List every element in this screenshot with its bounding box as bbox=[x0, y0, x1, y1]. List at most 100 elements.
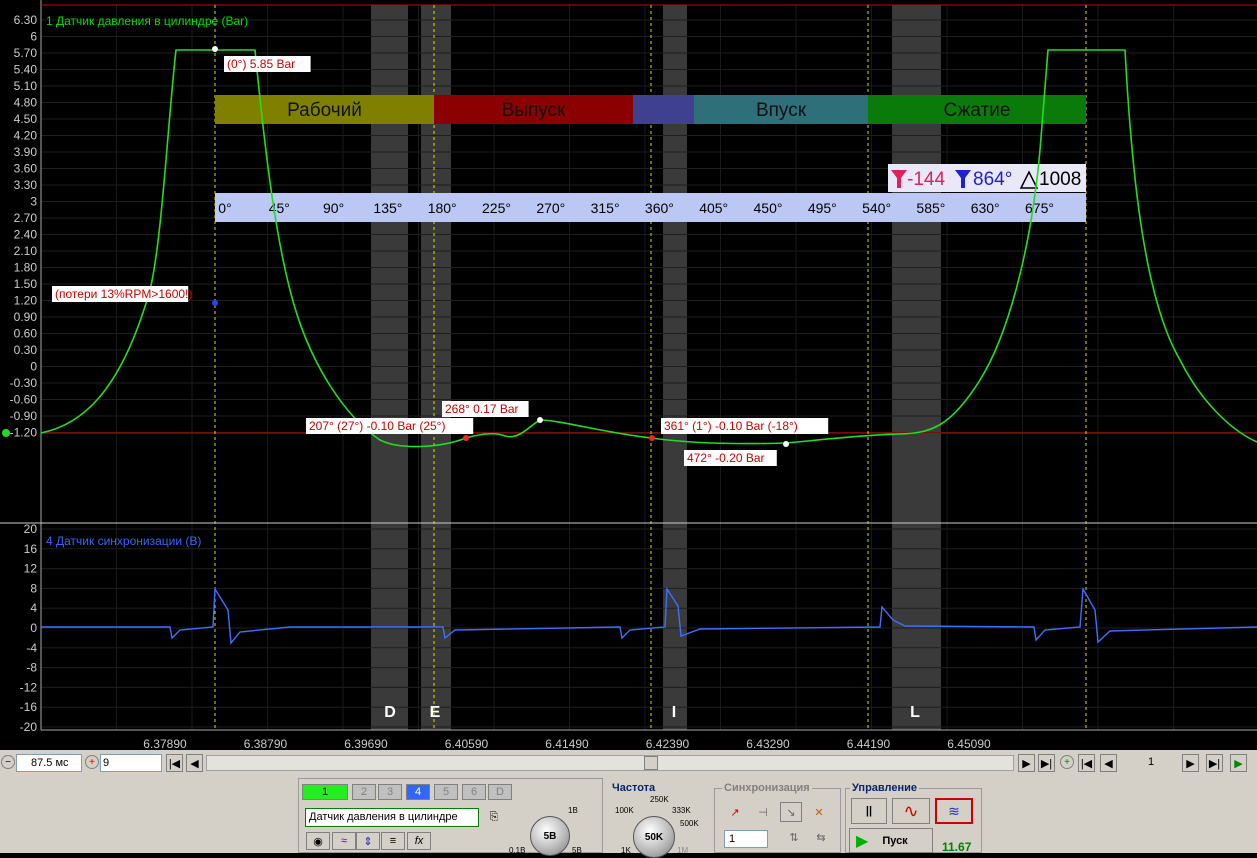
angle-label: 225° bbox=[482, 200, 511, 216]
channel-button-1[interactable]: 1 bbox=[302, 784, 348, 800]
play-button[interactable]: ▶ bbox=[1230, 754, 1247, 772]
sync-auto-icon[interactable]: ✕ bbox=[808, 802, 830, 822]
ch1-tick-label: 6 bbox=[30, 30, 37, 44]
frame-number-field[interactable]: 1 bbox=[1120, 754, 1178, 772]
channel-button-3[interactable]: 3 bbox=[378, 784, 402, 800]
function-icon[interactable]: fx bbox=[407, 832, 431, 850]
time-axis: 6.37890 6.38790 6.39690 6.40590 6.41490 6.423… bbox=[143, 737, 991, 750]
ch4-tick-label: 20 bbox=[24, 522, 38, 536]
angle-label: 180° bbox=[428, 200, 457, 216]
prev-frame-button[interactable]: ◀ bbox=[186, 754, 203, 772]
timebase-select[interactable]: 87.5 мс bbox=[16, 754, 82, 772]
range-label-5v: 5В bbox=[572, 846, 582, 855]
time-tick-label: 6.41490 bbox=[545, 737, 589, 750]
ch1-tick-label: 6.30 bbox=[14, 13, 38, 27]
pause-button[interactable]: || bbox=[851, 798, 887, 824]
cursor-a-value: -144 bbox=[907, 169, 945, 190]
stroke-label: Рабочий bbox=[287, 100, 362, 121]
ch1-tick-label: -1.20 bbox=[10, 426, 38, 440]
stroke-label: Впуск bbox=[756, 100, 807, 121]
sync-offset-icon[interactable]: ⇆ bbox=[810, 828, 832, 846]
first-frame-button[interactable]: |◀ bbox=[166, 754, 183, 772]
buffer-first-button[interactable]: |◀ bbox=[1078, 754, 1095, 772]
ch4-tick-label: -4 bbox=[26, 641, 37, 655]
channel-button-4[interactable]: 4 bbox=[406, 784, 430, 800]
sync-rising-icon[interactable]: ↗ bbox=[724, 802, 746, 822]
ch1-tick-label: 5.70 bbox=[14, 46, 38, 60]
marker-label: E bbox=[430, 704, 441, 721]
ch1-tick-label: 2.40 bbox=[14, 228, 38, 242]
scrollbar-thumb[interactable] bbox=[644, 756, 658, 770]
sync-channel-select[interactable]: 1 bbox=[724, 830, 768, 848]
ch1-tick-label: 3.60 bbox=[14, 162, 38, 176]
angle-label: 405° bbox=[699, 200, 728, 216]
waveform-icon[interactable]: ≈ bbox=[332, 832, 356, 850]
ch1-tick-label: 0.60 bbox=[14, 327, 38, 341]
vertical-move-icon[interactable]: ⇕ bbox=[356, 832, 380, 850]
freq-label-100k: 100K bbox=[615, 806, 634, 815]
ch1-tick-label: 1.20 bbox=[14, 294, 38, 308]
rpm-value: 11.67 bbox=[942, 840, 972, 854]
ch1-tick-label: -0.60 bbox=[10, 393, 38, 407]
ch1-zero-marker bbox=[2, 429, 10, 437]
ch1-tick-label: 0.30 bbox=[14, 343, 38, 357]
angle-label: 540° bbox=[862, 200, 891, 216]
range-label-1v: 1В bbox=[568, 806, 578, 815]
noise-mode-button[interactable]: ≋ bbox=[935, 798, 973, 824]
ch1-tick-label: 3.30 bbox=[14, 178, 38, 192]
buffer-next-button[interactable]: ▶ bbox=[1182, 754, 1199, 772]
freq-label-1k: 1K bbox=[621, 846, 631, 855]
ch4-tick-label: 12 bbox=[24, 562, 38, 576]
lines-icon[interactable]: ≡ bbox=[381, 832, 405, 850]
channel-settings-icon[interactable]: ⎘ bbox=[485, 808, 503, 826]
angle-label: 270° bbox=[536, 200, 565, 216]
angle-label: 0° bbox=[218, 200, 231, 216]
ch4-tick-label: -12 bbox=[20, 680, 38, 694]
channel-button-2[interactable]: 2 bbox=[352, 784, 376, 800]
point-0deg bbox=[212, 46, 218, 52]
scope-svg[interactable]: 6.30 6 5.70 5.40 5.10 4.80 4.50 4.20 3.90 3.60 3.3… bbox=[0, 0, 1257, 750]
ch1-tick-label: 1.50 bbox=[14, 277, 38, 291]
sync-trace bbox=[41, 586, 1257, 645]
stroke-segment bbox=[633, 95, 694, 124]
sync-level-icon[interactable]: ⇅ bbox=[783, 828, 805, 846]
channel-button-5[interactable]: 5 bbox=[434, 784, 458, 800]
channel-name-field[interactable]: Датчик давления в цилиндре bbox=[305, 808, 479, 827]
channel-button-6[interactable]: 6 bbox=[462, 784, 486, 800]
eye-icon[interactable]: ◉ bbox=[306, 832, 330, 850]
ch1-tick-label: 2.70 bbox=[14, 211, 38, 225]
sync-falling-icon[interactable]: ↘ bbox=[780, 802, 802, 822]
next-frame-button[interactable]: ▶ bbox=[1018, 754, 1035, 772]
stroke-phase-bar: Рабочий Выпуск Впуск Сжатие bbox=[215, 95, 1086, 124]
buffer-prev-button[interactable]: ◀ bbox=[1100, 754, 1117, 772]
delta-value: 1008 bbox=[1039, 169, 1081, 190]
ch1-tick-label: -0.90 bbox=[10, 409, 38, 423]
time-tick-label: 6.44190 bbox=[847, 737, 891, 750]
angle-label: 45° bbox=[269, 200, 290, 216]
angle-label: 495° bbox=[808, 200, 837, 216]
zoom-in-button[interactable]: + bbox=[85, 755, 99, 769]
timeline-scrollbar[interactable] bbox=[206, 755, 1014, 771]
time-tick-label: 6.43290 bbox=[746, 737, 790, 750]
ch1-tick-label: 3 bbox=[30, 195, 37, 209]
marker-label: I bbox=[672, 704, 676, 721]
cursor-info: -144 864° 1008 bbox=[888, 164, 1086, 192]
frequency-dial[interactable]: 50K bbox=[633, 816, 675, 858]
sine-mode-button[interactable]: ∿ bbox=[892, 798, 930, 824]
buffer-last-button[interactable]: ▶| bbox=[1206, 754, 1223, 772]
buffer-select[interactable]: 9 bbox=[100, 754, 162, 772]
freq-label-333k: 333K bbox=[672, 806, 691, 815]
channel-button-D[interactable]: D bbox=[488, 784, 512, 800]
ch4-tick-label: 4 bbox=[30, 601, 37, 615]
ch1-tick-label: 4.20 bbox=[14, 129, 38, 143]
ch1-y-axis: 6.30 6 5.70 5.40 5.10 4.80 4.50 4.20 3.90 3.60 3.3… bbox=[10, 13, 38, 440]
oscilloscope-display[interactable]: 6.30 6 5.70 5.40 5.10 4.80 4.50 4.20 3.90 3.60 3.3… bbox=[0, 0, 1257, 750]
range-dial[interactable]: 5В bbox=[530, 816, 570, 856]
zoom-out-button[interactable]: − bbox=[1, 755, 15, 769]
time-tick-label: 6.37890 bbox=[143, 737, 187, 750]
sync-step-icon[interactable]: ⊣ bbox=[752, 802, 774, 822]
last-frame-button[interactable]: ▶| bbox=[1038, 754, 1055, 772]
start-button[interactable]: ▶ Пуск bbox=[849, 828, 933, 853]
add-frame-button[interactable]: + bbox=[1060, 755, 1074, 769]
point-268 bbox=[537, 417, 543, 423]
